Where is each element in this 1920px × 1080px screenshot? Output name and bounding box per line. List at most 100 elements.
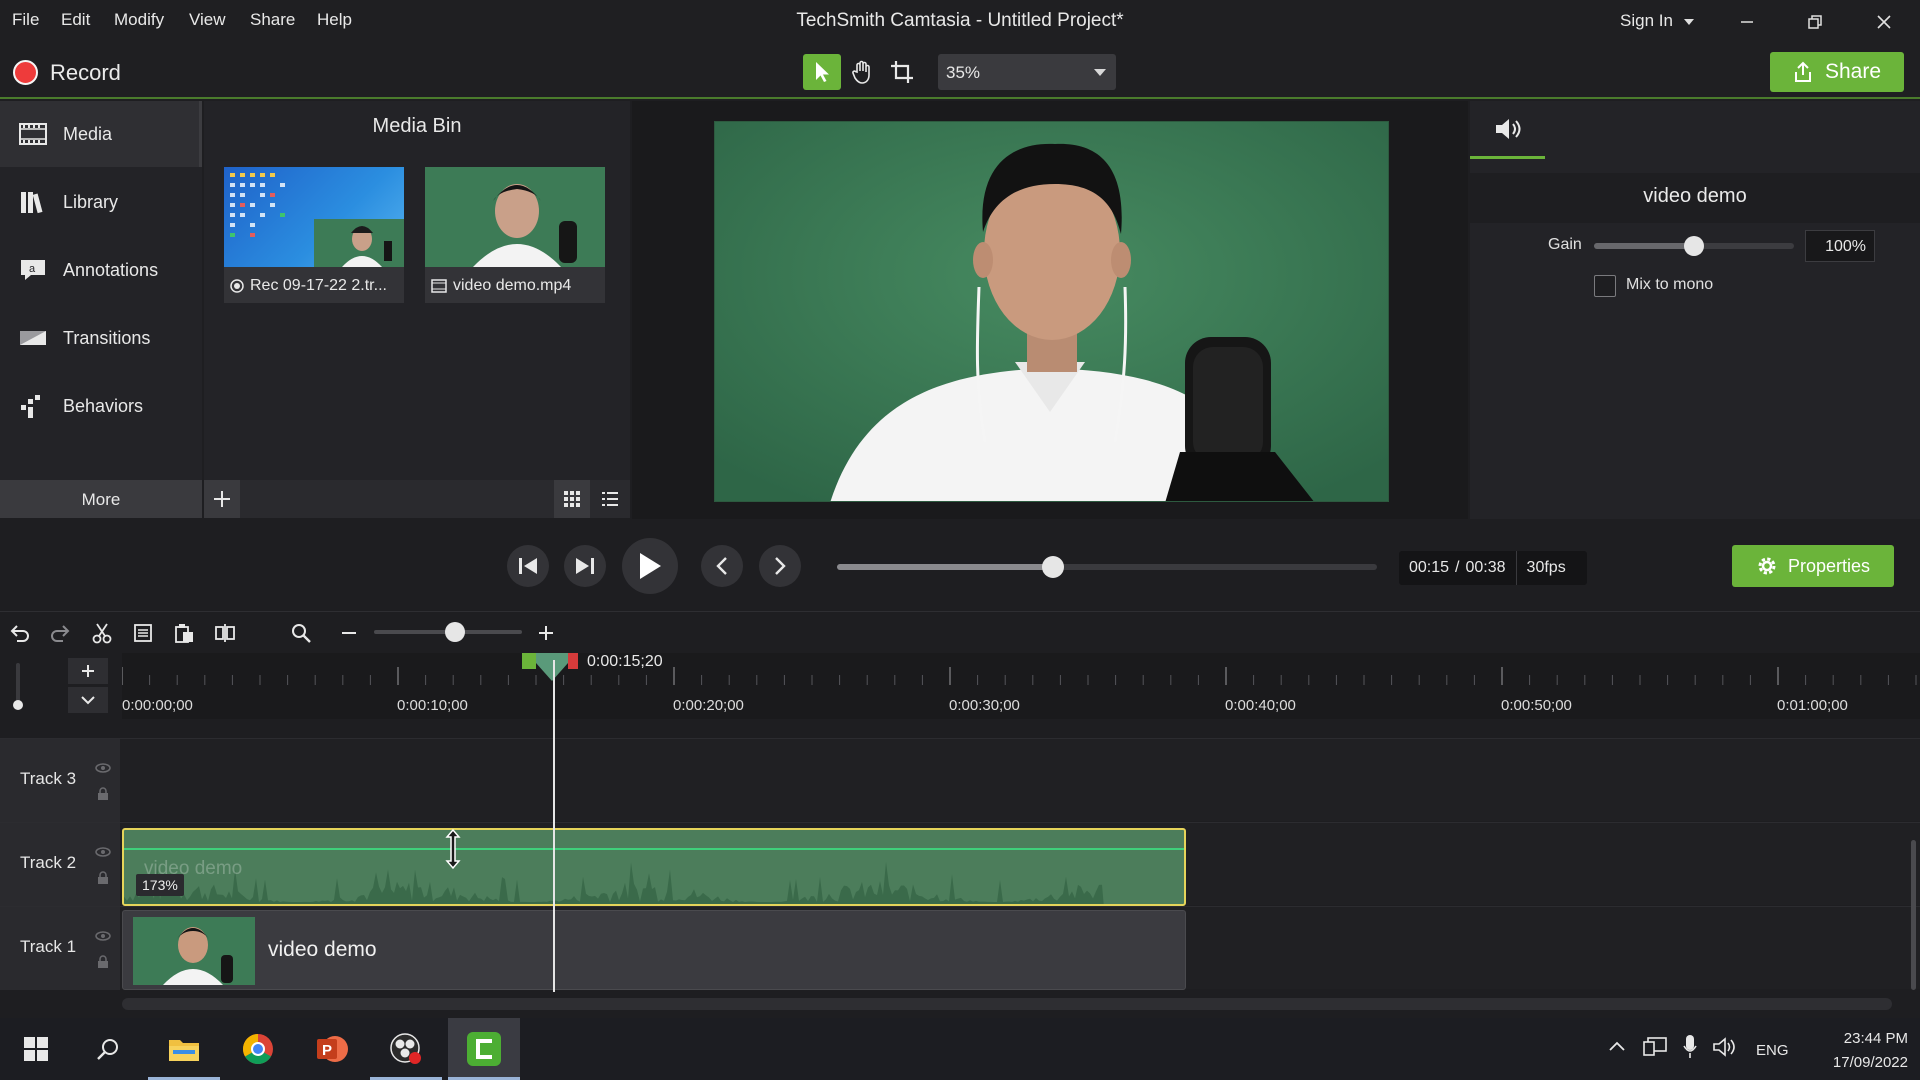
list-view-button[interactable] — [592, 480, 628, 518]
timeline-horizontal-scrollbar[interactable] — [122, 998, 1892, 1010]
mix-to-mono-checkbox[interactable] — [1594, 275, 1616, 297]
record-button[interactable]: Record — [0, 44, 140, 99]
playhead-out-marker[interactable] — [568, 653, 578, 669]
search-button[interactable] — [72, 1018, 144, 1080]
camtasia-button[interactable] — [448, 1018, 520, 1080]
lock-icon[interactable] — [97, 871, 109, 885]
more-button[interactable]: More — [0, 480, 202, 518]
select-tool-button[interactable] — [803, 54, 841, 90]
cut-button[interactable] — [89, 620, 115, 646]
ruler-label: 0:01:00;00 — [1777, 697, 1848, 714]
zoom-out-button[interactable] — [336, 620, 362, 646]
close-button[interactable] — [1856, 6, 1912, 38]
menu-file[interactable]: File — [12, 10, 39, 30]
volume-line[interactable] — [124, 848, 1184, 850]
timeline-ruler[interactable] — [122, 653, 1920, 719]
obs-button[interactable] — [370, 1018, 442, 1080]
transition-icon — [20, 331, 46, 345]
video-clip[interactable]: video demo — [122, 910, 1186, 990]
timecode-display: 00:15 / 00:38 30fps — [1399, 551, 1587, 585]
scrubber-handle[interactable] — [1042, 556, 1064, 578]
audio-clip[interactable]: video demo 173% — [122, 828, 1186, 906]
tools-sidebar: Media Library a Annotations Transitions … — [0, 101, 202, 481]
add-track-button[interactable] — [68, 658, 108, 684]
playhead-handle[interactable] — [522, 653, 582, 681]
undo-button[interactable] — [7, 620, 33, 646]
crop-tool-button[interactable] — [883, 54, 921, 90]
track-controls — [0, 653, 122, 738]
eye-icon[interactable] — [95, 763, 111, 773]
video-preview[interactable] — [714, 121, 1389, 502]
copy-button[interactable] — [130, 620, 156, 646]
paste-button[interactable] — [171, 620, 197, 646]
zoom-in-button[interactable] — [533, 620, 559, 646]
powerpoint-button[interactable]: P — [296, 1018, 368, 1080]
sidebar-item-library[interactable]: Library — [0, 169, 202, 235]
network-icon[interactable] — [1642, 1036, 1668, 1058]
tab-audio-properties[interactable] — [1470, 101, 1545, 159]
track-header[interactable]: Track 2 — [0, 823, 120, 906]
eye-icon[interactable] — [95, 847, 111, 857]
skip-back-icon — [519, 558, 537, 574]
track-header[interactable]: Track 1 — [0, 907, 120, 990]
split-button[interactable] — [212, 620, 238, 646]
menu-share[interactable]: Share — [250, 10, 295, 30]
redo-button[interactable] — [47, 620, 73, 646]
play-button[interactable] — [622, 538, 678, 594]
input-language[interactable]: ENG — [1756, 1042, 1789, 1059]
menu-modify[interactable]: Modify — [114, 10, 164, 30]
camtasia-icon — [467, 1032, 501, 1066]
minimize-button[interactable] — [1719, 6, 1775, 38]
share-button[interactable]: Share — [1770, 52, 1904, 92]
chevron-up-icon[interactable] — [1608, 1040, 1626, 1052]
previous-clip-button[interactable] — [701, 545, 743, 587]
timeline-vertical-scrollbar[interactable] — [1911, 840, 1916, 990]
sidebar-item-behaviors[interactable]: Behaviors — [0, 373, 202, 439]
media-bin-footer — [204, 480, 630, 518]
obs-icon — [390, 1033, 421, 1064]
sidebar-item-annotations[interactable]: a Annotations — [0, 237, 202, 303]
volume-icon[interactable] — [1712, 1036, 1738, 1058]
grid-view-button[interactable] — [554, 480, 590, 518]
lock-icon[interactable] — [97, 787, 109, 801]
step-back-button[interactable] — [507, 545, 549, 587]
behaviors-icon — [21, 395, 40, 418]
gain-value-input[interactable]: 100% — [1805, 230, 1875, 262]
sidebar-item-media[interactable]: Media — [0, 101, 202, 167]
track-header[interactable]: Track 3 — [0, 739, 120, 822]
pan-tool-button[interactable] — [843, 54, 881, 90]
playhead-in-marker[interactable] — [522, 653, 536, 669]
sidebar-item-transitions[interactable]: Transitions — [0, 305, 202, 371]
gain-slider-handle[interactable] — [1684, 236, 1704, 256]
record-icon — [230, 279, 244, 293]
system-clock[interactable]: 23:44 PM 17/09/2022 — [1812, 1027, 1908, 1075]
recording-thumbnail — [224, 167, 404, 267]
next-clip-button[interactable] — [759, 545, 801, 587]
collapse-tracks-button[interactable] — [68, 687, 108, 713]
annotation-icon: a — [21, 260, 45, 280]
media-item-video-demo[interactable]: video demo.mp4 — [425, 167, 605, 303]
zoom-to-fit-button[interactable] — [288, 620, 314, 646]
skip-forward-icon — [576, 558, 594, 574]
microphone-icon[interactable] — [1682, 1034, 1698, 1060]
menu-edit[interactable]: Edit — [61, 10, 90, 30]
step-forward-button[interactable] — [564, 545, 606, 587]
menu-help[interactable]: Help — [317, 10, 352, 30]
media-item-recording[interactable]: Rec 09-17-22 2.tr... — [224, 167, 404, 303]
add-media-button[interactable] — [204, 480, 240, 518]
file-explorer-button[interactable] — [148, 1018, 220, 1080]
eye-icon[interactable] — [95, 931, 111, 941]
ruler-label: 0:00:50;00 — [1501, 697, 1572, 714]
start-button[interactable] — [0, 1018, 72, 1080]
sign-in-button[interactable]: Sign In — [1620, 11, 1694, 31]
restore-button[interactable] — [1787, 6, 1843, 38]
playhead-line — [553, 660, 555, 992]
track-height-handle[interactable] — [13, 700, 23, 710]
chrome-button[interactable] — [222, 1018, 294, 1080]
properties-button-label: Properties — [1787, 555, 1871, 576]
menu-view[interactable]: View — [189, 10, 226, 30]
canvas-zoom-select[interactable]: 35% — [938, 54, 1116, 90]
scrubber-progress — [837, 564, 1053, 570]
lock-icon[interactable] — [97, 955, 109, 969]
properties-button[interactable]: Properties — [1732, 545, 1894, 587]
